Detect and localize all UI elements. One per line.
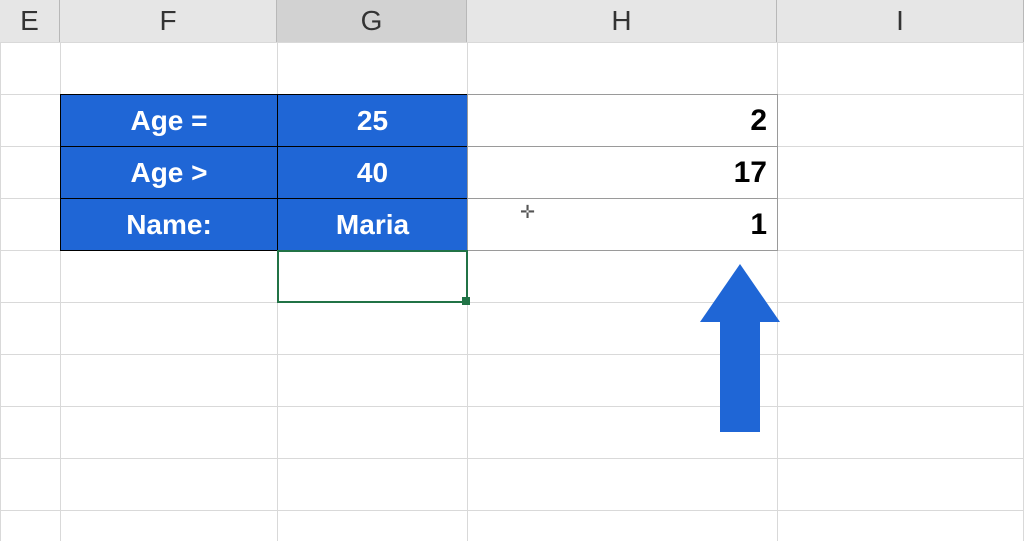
cell-H3-value[interactable]: 17 <box>467 146 778 199</box>
column-header-E[interactable]: E <box>0 0 60 42</box>
spreadsheet-grid[interactable]: Age = 25 2 Age > 40 17 Name: Maria 1 ✛ <box>0 42 1024 541</box>
gridline-h <box>0 302 1024 303</box>
column-header-I[interactable]: I <box>777 0 1024 42</box>
column-header-H[interactable]: H <box>467 0 777 42</box>
cell-G4-value[interactable]: Maria <box>277 198 468 251</box>
cell-H4-value[interactable]: 1 <box>467 198 778 251</box>
cell-H2-value[interactable]: 2 <box>467 94 778 147</box>
gridline-h <box>0 354 1024 355</box>
column-header-row: E F G H I <box>0 0 1024 42</box>
gridline-h <box>0 406 1024 407</box>
cell-G2-value[interactable]: 25 <box>277 94 468 147</box>
gridline-h <box>0 42 1024 43</box>
cell-F3-label[interactable]: Age > <box>60 146 278 199</box>
column-header-G[interactable]: G <box>277 0 467 42</box>
active-cell-selection <box>277 250 468 303</box>
cell-G3-value[interactable]: 40 <box>277 146 468 199</box>
cell-F2-label[interactable]: Age = <box>60 94 278 147</box>
gridline-h <box>0 458 1024 459</box>
gridline-v <box>0 42 1 541</box>
column-header-F[interactable]: F <box>60 0 277 42</box>
cell-F4-label[interactable]: Name: <box>60 198 278 251</box>
gridline-h <box>0 510 1024 511</box>
fill-handle[interactable] <box>462 297 470 305</box>
